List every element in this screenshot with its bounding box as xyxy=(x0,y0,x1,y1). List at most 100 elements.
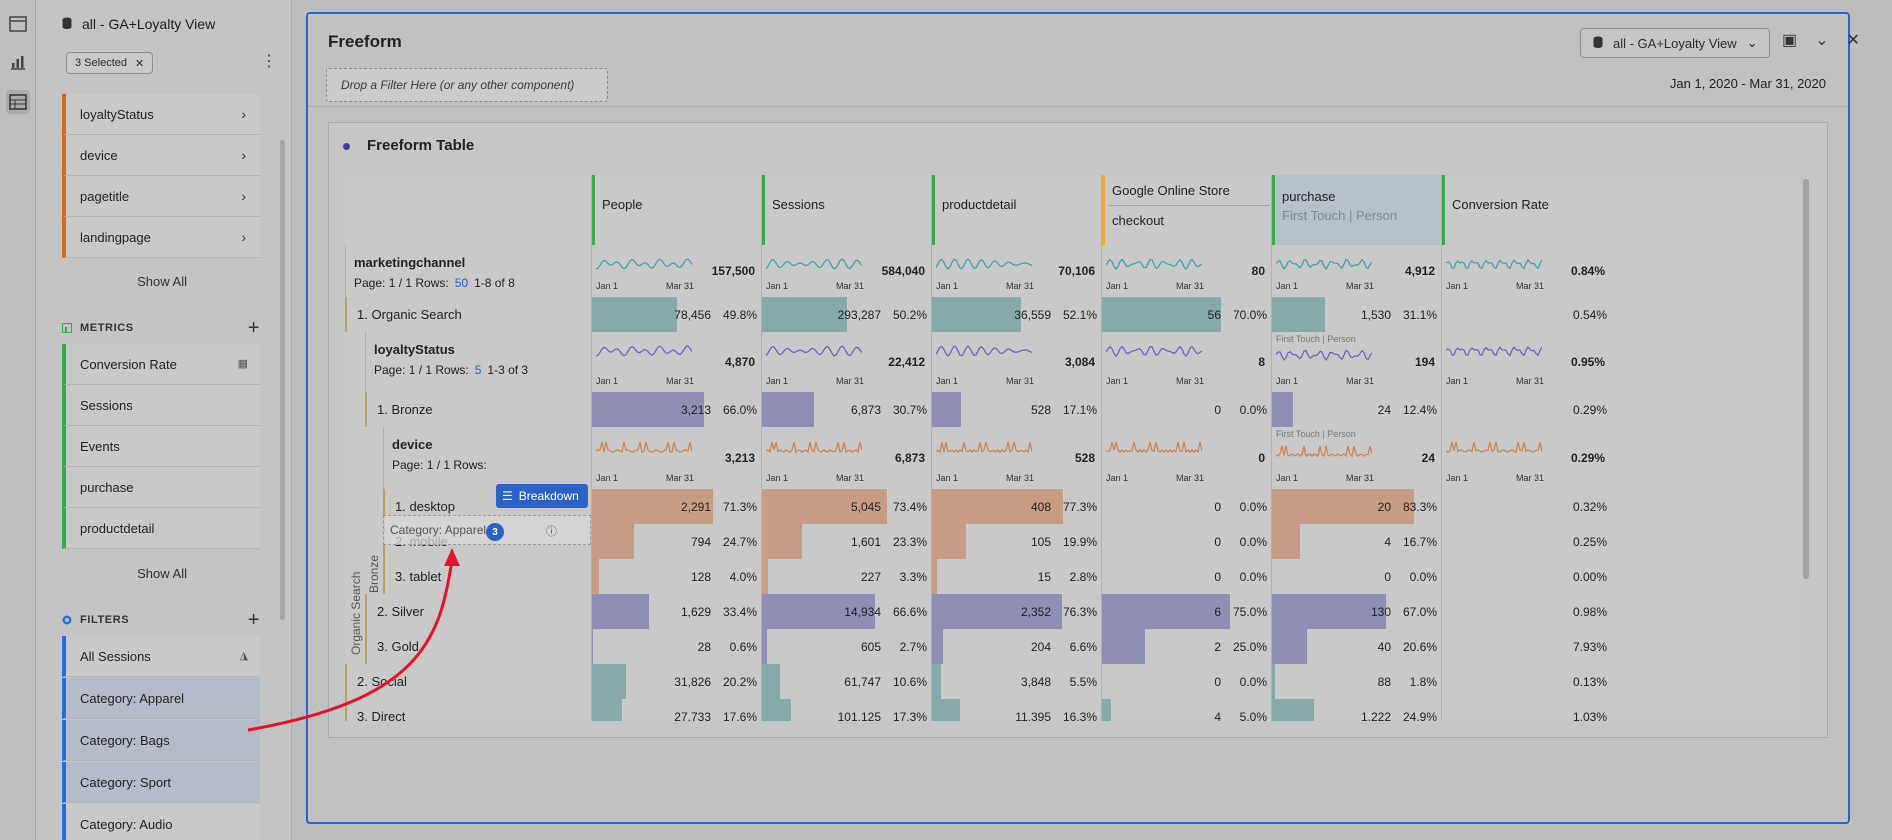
row-label[interactable]: 2. Silver xyxy=(365,594,591,629)
metric-cell[interactable]: 3,848 5.5% xyxy=(931,664,1101,699)
metric-cell[interactable]: 4 5.0% xyxy=(1101,699,1271,721)
metric-cell[interactable]: 227 3.3% xyxy=(761,559,931,594)
metric-cell[interactable]: 1,601 23.3% xyxy=(761,524,931,559)
add-metric-icon[interactable]: + xyxy=(248,317,260,340)
metric-cell[interactable]: 3,213 66.0% xyxy=(591,392,761,427)
date-range[interactable]: Jan 1, 2020 - Mar 31, 2020 xyxy=(1670,76,1826,91)
metric-item-purchase[interactable]: purchase xyxy=(62,467,260,508)
row-label[interactable]: 1. Organic Search xyxy=(345,297,591,332)
rows-per-page[interactable]: 50 xyxy=(455,276,468,290)
metric-cell[interactable]: 105 19.9% xyxy=(931,524,1101,559)
metric-cell[interactable]: 794 24.7% xyxy=(591,524,761,559)
metric-cell[interactable]: 0.98% xyxy=(1441,594,1611,629)
metric-cell[interactable]: 0 0.0% xyxy=(1101,392,1271,427)
metric-cell[interactable]: 24 12.4% xyxy=(1271,392,1441,427)
metric-cell[interactable]: 528 17.1% xyxy=(931,392,1101,427)
row-label[interactable]: 3. Direct xyxy=(345,699,591,721)
metric-cell[interactable]: 2,352 76.3% xyxy=(931,594,1101,629)
add-filter-icon[interactable]: + xyxy=(248,609,260,632)
metric-cell[interactable]: 0.00% xyxy=(1441,559,1611,594)
report-suite-dropdown[interactable]: all - GA+Loyalty View ⌄ xyxy=(1580,28,1770,58)
metric-item-sessions[interactable]: Sessions xyxy=(62,385,260,426)
filter-item-sport[interactable]: Category: Sport xyxy=(62,762,260,803)
dimension-header[interactable]: device Page: 1 / 1 Rows: xyxy=(383,427,591,489)
metric-cell[interactable]: 31,826 20.2% xyxy=(591,664,761,699)
metric-cell[interactable]: 130 67.0% xyxy=(1271,594,1441,629)
metric-cell[interactable]: 20 83.3% xyxy=(1271,489,1441,524)
metric-cell[interactable]: 40 20.6% xyxy=(1271,629,1441,664)
rows-per-page[interactable]: 5 xyxy=(475,363,482,377)
filter-drop-zone[interactable]: Drop a Filter Here (or any other compone… xyxy=(326,68,608,102)
metric-cell[interactable]: 605 2.7% xyxy=(761,629,931,664)
metric-cell[interactable]: 0.13% xyxy=(1441,664,1611,699)
dimension-item-pagetitle[interactable]: pagetitle › xyxy=(62,176,260,217)
row-loyalty-2[interactable]: 2. Silver 1,629 33.4% 14,934 66.6% 2,352 76.3%… xyxy=(345,594,1800,629)
row-device-3[interactable]: 3. tablet 128 4.0% 227 3.3% 15 2.8% 0 0.0% 0 0.0% 0… xyxy=(345,559,1800,594)
metric-cell[interactable]: 14,934 66.6% xyxy=(761,594,931,629)
metric-cell[interactable]: 0.32% xyxy=(1441,489,1611,524)
components-icon[interactable] xyxy=(6,90,30,114)
dimension-item-loyaltystatus[interactable]: loyaltyStatus › xyxy=(62,94,260,135)
metric-cell[interactable]: 0 0.0% xyxy=(1101,489,1271,524)
metric-cell[interactable]: 1,629 33.4% xyxy=(591,594,761,629)
table-scrollbar[interactable] xyxy=(1803,179,1809,579)
metric-cell[interactable]: 0.25% xyxy=(1441,524,1611,559)
column-header-purchase[interactable]: purchase First Touch | Person xyxy=(1271,175,1441,245)
column-header-sessions[interactable]: Sessions xyxy=(761,175,931,245)
metric-item-productdetail[interactable]: productdetail xyxy=(62,508,260,549)
collapse-icon[interactable]: ⌄ xyxy=(1815,30,1828,50)
metric-cell[interactable]: 0 0.0% xyxy=(1271,559,1441,594)
row-label[interactable]: 3. Gold xyxy=(365,629,591,664)
metric-cell[interactable]: 56 70.0% xyxy=(1101,297,1271,332)
metric-cell[interactable]: 1,222 24.9% xyxy=(1271,699,1441,721)
metric-item-events[interactable]: Events xyxy=(62,426,260,467)
panel-scrollbar[interactable] xyxy=(280,140,285,620)
filter-item-all-sessions[interactable]: All Sessions ◮ xyxy=(62,636,260,677)
metric-cell[interactable]: 2,291 71.3% xyxy=(591,489,761,524)
metric-cell[interactable]: 15 2.8% xyxy=(931,559,1101,594)
metric-cell[interactable]: 0.54% xyxy=(1441,297,1611,332)
dimension-header[interactable]: loyaltyStatus Page: 1 / 1 Rows: 5 1-3 of 3 xyxy=(365,332,591,392)
row-organic-search[interactable]: 1. Organic Search 78,456 49.8% 293,287 50.2%… xyxy=(345,297,1800,332)
filter-item-bags[interactable]: Category: Bags xyxy=(62,720,260,761)
row-bronze[interactable]: 1. Bronze 3,213 66.0% 6,873 30.7% 528 17.1% 0 0.… xyxy=(345,392,1800,427)
metric-cell[interactable]: 408 77.3% xyxy=(931,489,1101,524)
report-suite-title[interactable]: all - GA+Loyalty View xyxy=(62,16,215,32)
chart-icon[interactable] xyxy=(6,50,30,74)
metric-cell[interactable]: 204 6.6% xyxy=(931,629,1101,664)
metric-cell[interactable]: 78,456 49.8% xyxy=(591,297,761,332)
metric-cell[interactable]: 36,559 52.1% xyxy=(931,297,1101,332)
row-label[interactable]: 1. Bronze xyxy=(365,392,591,427)
metric-cell[interactable]: 5,045 73.4% xyxy=(761,489,931,524)
metric-cell[interactable]: 27,733 17.6% xyxy=(591,699,761,721)
row-label[interactable]: 3. tablet xyxy=(383,559,591,594)
metric-cell[interactable]: 1.03% xyxy=(1441,699,1611,721)
dimension-header[interactable]: marketingchannel Page: 1 / 1 Rows: 50 1-8 o… xyxy=(345,245,591,297)
metric-cell[interactable]: 293,287 50.2% xyxy=(761,297,931,332)
metric-cell[interactable]: 0 0.0% xyxy=(1101,524,1271,559)
row-label[interactable]: 2. Social xyxy=(345,664,591,699)
column-header-conversion-rate[interactable]: Conversion Rate xyxy=(1441,175,1611,245)
metric-cell[interactable]: 2 25.0% xyxy=(1101,629,1271,664)
metric-cell[interactable]: 128 4.0% xyxy=(591,559,761,594)
filter-item-apparel[interactable]: Category: Apparel xyxy=(62,678,260,719)
row-channel-3[interactable]: 3. Direct 27,733 17.6% 101,125 17.3% 11,395 16… xyxy=(345,699,1800,721)
close-icon[interactable]: ✕ xyxy=(135,57,144,70)
metric-cell[interactable]: 6 75.0% xyxy=(1101,594,1271,629)
metric-cell[interactable]: 101,125 17.3% xyxy=(761,699,931,721)
filter-item-audio[interactable]: Category: Audio xyxy=(62,804,260,840)
chevron-right-icon[interactable]: › xyxy=(241,188,246,204)
more-icon[interactable]: ⋮ xyxy=(261,52,277,72)
column-header-google-online-store[interactable]: Google Online Store checkout xyxy=(1101,175,1271,245)
breakdown-drop-target[interactable]: ☰ Breakdown xyxy=(496,484,588,508)
save-icon[interactable]: ▣ xyxy=(1782,30,1797,50)
chevron-right-icon[interactable]: › xyxy=(241,147,246,163)
column-header-productdetail[interactable]: productdetail xyxy=(931,175,1101,245)
dimensions-show-all[interactable]: Show All xyxy=(137,274,187,289)
dimension-item-device[interactable]: device › xyxy=(62,135,260,176)
row-loyalty-3[interactable]: 3. Gold 28 0.6% 605 2.7% 204 6.6% 2 25.0% 40 20.6%… xyxy=(345,629,1800,664)
metric-cell[interactable]: 4 16.7% xyxy=(1271,524,1441,559)
chevron-right-icon[interactable]: › xyxy=(241,229,246,245)
metric-cell[interactable]: 11,395 16.3% xyxy=(931,699,1101,721)
metric-cell[interactable]: 28 0.6% xyxy=(591,629,761,664)
